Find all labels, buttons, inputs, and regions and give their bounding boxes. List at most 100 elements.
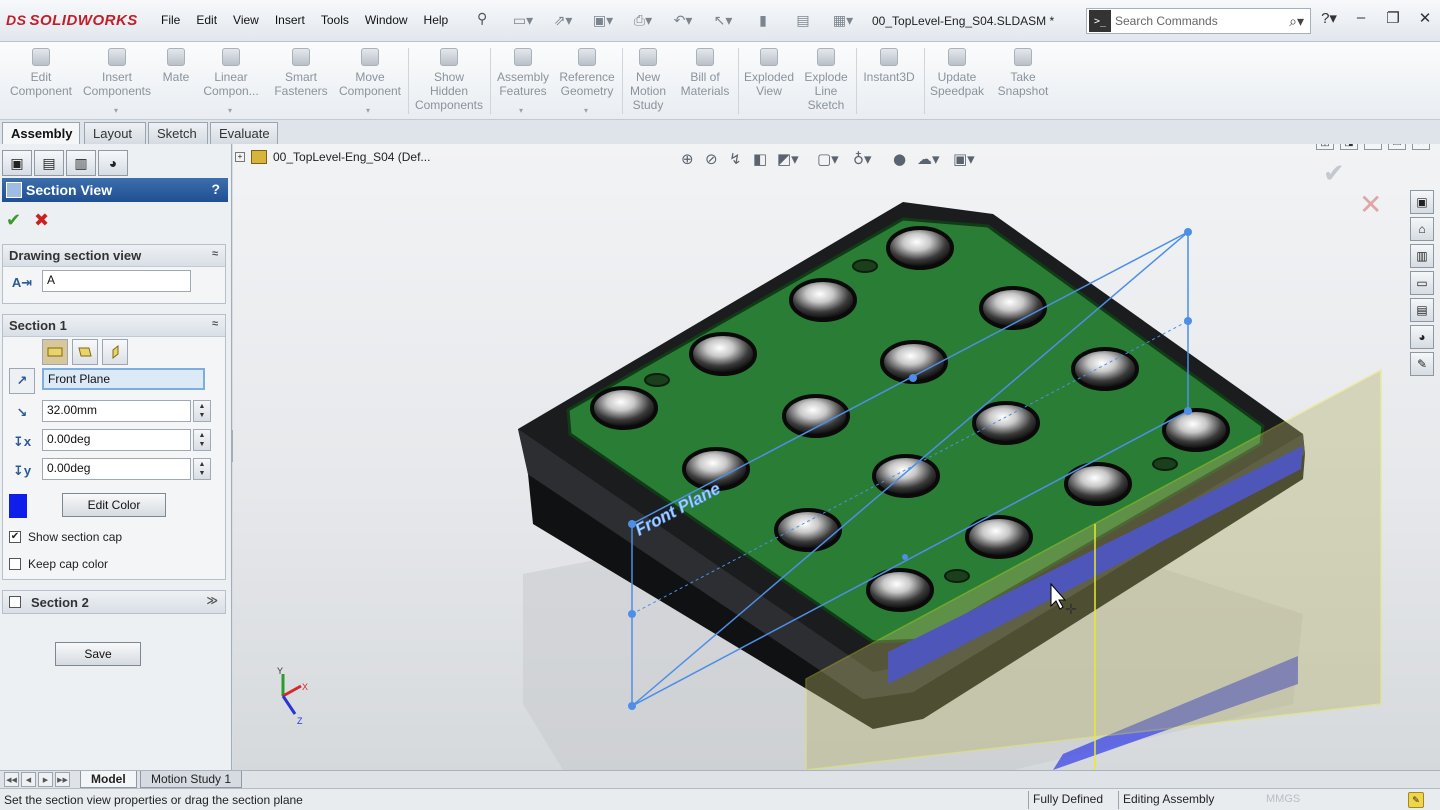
confirmation-corner-cancel-icon[interactable]: ✕ <box>1359 188 1382 221</box>
confirmation-corner-ok-icon[interactable]: ✔ <box>1323 158 1345 189</box>
move-component-button[interactable]: Move Component <box>336 48 404 98</box>
section-name-field[interactable]: A <box>42 270 191 292</box>
spin-up-icon[interactable]: ▲ <box>199 460 206 469</box>
options-icon[interactable]: ▦▾ <box>825 9 861 31</box>
pin-menu-icon[interactable]: ⚲ <box>477 10 487 27</box>
side-section-toggle[interactable] <box>102 339 128 365</box>
tab-model[interactable]: Model <box>80 771 137 788</box>
chevron-down-icon[interactable]: ▾ <box>228 106 232 115</box>
select-icon[interactable]: ↖▾ <box>705 9 741 31</box>
next-tab-icon[interactable]: ▶ <box>38 772 53 787</box>
view-orientation-icon[interactable]: ◩▾ <box>777 150 799 168</box>
tab-assembly[interactable]: Assembly <box>2 122 80 144</box>
menu-file[interactable]: File <box>153 13 188 27</box>
rebuild-indicator-icon[interactable]: ✎ <box>1408 792 1424 808</box>
linear-component-pattern-button[interactable]: Linear Compon... <box>198 48 264 98</box>
edit-color-button[interactable]: Edit Color <box>62 493 166 517</box>
search-icon[interactable]: ⌕▾ <box>1289 13 1304 30</box>
mate-button[interactable]: Mate <box>158 48 194 84</box>
menu-edit[interactable]: Edit <box>188 13 225 27</box>
home-icon[interactable]: ⌂ <box>1410 217 1434 241</box>
spin-up-icon[interactable]: ▲ <box>199 402 206 411</box>
save-icon[interactable]: ▣▾ <box>585 9 621 31</box>
property-manager-tab-icon[interactable]: ▤ <box>34 150 64 176</box>
chevron-down-icon[interactable]: ▾ <box>114 106 118 115</box>
design-library-icon[interactable]: ▥ <box>1410 244 1434 268</box>
file-properties-icon[interactable]: ▤ <box>785 9 821 31</box>
edit-appearance-icon[interactable]: ● <box>893 150 906 168</box>
zoom-to-fit-icon[interactable]: ⊕ <box>681 150 694 168</box>
display-style-icon[interactable]: ▢▾ <box>817 150 839 168</box>
show-hidden-components-button[interactable]: Show Hidden Components <box>412 48 486 112</box>
spin-up-icon[interactable]: ▲ <box>199 431 206 440</box>
instant3d-button[interactable]: Instant3D <box>858 48 920 84</box>
take-snapshot-button[interactable]: Take Snapshot <box>994 48 1052 98</box>
tab-evaluate[interactable]: Evaluate <box>210 122 278 144</box>
cancel-x-button[interactable]: ✖ <box>34 210 49 231</box>
viewport-minimize-icon[interactable]: – <box>1364 144 1382 150</box>
configuration-manager-tab-icon[interactable]: ▥ <box>66 150 96 176</box>
split-horizontal-icon[interactable]: ◫ <box>1316 144 1334 150</box>
tab-motion-study-1[interactable]: Motion Study 1 <box>140 771 243 788</box>
model-viewport[interactable]: Front Plane ✛ Y X Z <box>233 144 1440 770</box>
collapse-chevron-icon[interactable]: ≈ <box>212 248 218 260</box>
help-button[interactable]: ? <box>211 181 220 197</box>
status-units[interactable]: MMGS <box>1266 793 1300 805</box>
help-icon[interactable]: ?▾ <box>1318 9 1340 27</box>
reference-geometry-button[interactable]: Reference Geometry <box>556 48 618 98</box>
insert-components-button[interactable]: Insert Components <box>80 48 154 98</box>
restore-icon[interactable]: ❐ <box>1382 9 1404 27</box>
expand-chevron-icon[interactable]: ≫ <box>206 594 218 607</box>
assembly-features-button[interactable]: Assembly Features <box>494 48 552 98</box>
rotation-x-spinner[interactable]: ▲ ▼ <box>193 429 211 451</box>
last-tab-icon[interactable]: ▶▶ <box>55 772 70 787</box>
new-motion-study-button[interactable]: New Motion Study <box>626 48 670 112</box>
search-commands-box[interactable]: >_ Search Commands ⌕▾ <box>1086 8 1311 34</box>
custom-properties-icon[interactable]: ✎ <box>1410 352 1434 376</box>
feature-manager-tab-icon[interactable]: ▣ <box>2 150 32 176</box>
view-palette-icon[interactable]: ▤ <box>1410 298 1434 322</box>
rotation-y-spinner[interactable]: ▲ ▼ <box>193 458 211 480</box>
reference-plane-field[interactable]: Front Plane <box>42 368 205 390</box>
spin-down-icon[interactable]: ▼ <box>199 411 206 420</box>
minimize-icon[interactable]: – <box>1350 9 1372 27</box>
previous-tab-icon[interactable]: ◀ <box>21 772 36 787</box>
group-header[interactable]: Section 2 ≫ <box>3 591 225 613</box>
bill-of-materials-button[interactable]: Bill of Materials <box>676 48 734 98</box>
viewport-close-icon[interactable]: ✕ <box>1412 144 1430 150</box>
chevron-down-icon[interactable]: ▾ <box>584 106 588 115</box>
file-explorer-icon[interactable]: ▭ <box>1410 271 1434 295</box>
graphics-area[interactable]: Front Plane ✛ Y X Z + 00_TopLevel-Eng_S0… <box>233 144 1440 770</box>
rotation-x-field[interactable]: 0.00deg <box>42 429 191 451</box>
apply-scene-icon[interactable]: ☁▾ <box>917 150 940 168</box>
tab-layout[interactable]: Layout <box>84 122 146 144</box>
rebuild-icon[interactable]: ▮ <box>745 9 781 31</box>
zoom-to-area-icon[interactable]: ⊘ <box>705 150 718 168</box>
show-section-cap-checkbox[interactable]: ✔ Show section cap <box>9 530 122 544</box>
viewport-restore-icon[interactable]: ❐ <box>1388 144 1406 150</box>
print-icon[interactable]: ⎙▾ <box>625 9 661 31</box>
offset-spinner[interactable]: ▲ ▼ <box>193 400 211 422</box>
keep-cap-color-checkbox[interactable]: Keep cap color <box>9 557 108 571</box>
tab-sketch[interactable]: Sketch <box>148 122 208 144</box>
checkbox-unchecked-icon[interactable] <box>9 558 21 570</box>
hide-show-items-icon[interactable]: ♁▾ <box>853 150 872 168</box>
menu-window[interactable]: Window <box>357 13 416 27</box>
inclined-section-toggle[interactable] <box>72 339 98 365</box>
checkbox-checked-icon[interactable]: ✔ <box>9 531 21 543</box>
solidworks-resources-icon[interactable]: ▣ <box>1410 190 1434 214</box>
spin-down-icon[interactable]: ▼ <box>199 469 206 478</box>
open-document-icon[interactable]: ⇗▾ <box>545 9 581 31</box>
explode-line-sketch-button[interactable]: Explode Line Sketch <box>800 48 852 112</box>
rotation-y-field[interactable]: 0.00deg <box>42 458 191 480</box>
search-input[interactable]: Search Commands <box>1115 14 1289 28</box>
menu-help[interactable]: Help <box>416 13 457 27</box>
display-manager-tab-icon[interactable]: ◕ <box>98 150 128 176</box>
smart-fasteners-button[interactable]: Smart Fasteners <box>270 48 332 98</box>
group-header[interactable]: Drawing section view ≈ <box>3 245 225 267</box>
close-icon[interactable]: ✕ <box>1414 9 1436 27</box>
new-document-icon[interactable]: ▭▾ <box>505 9 541 31</box>
save-button[interactable]: Save <box>55 642 141 666</box>
menu-tools[interactable]: Tools <box>313 13 357 27</box>
view-settings-icon[interactable]: ▣▾ <box>953 150 975 168</box>
